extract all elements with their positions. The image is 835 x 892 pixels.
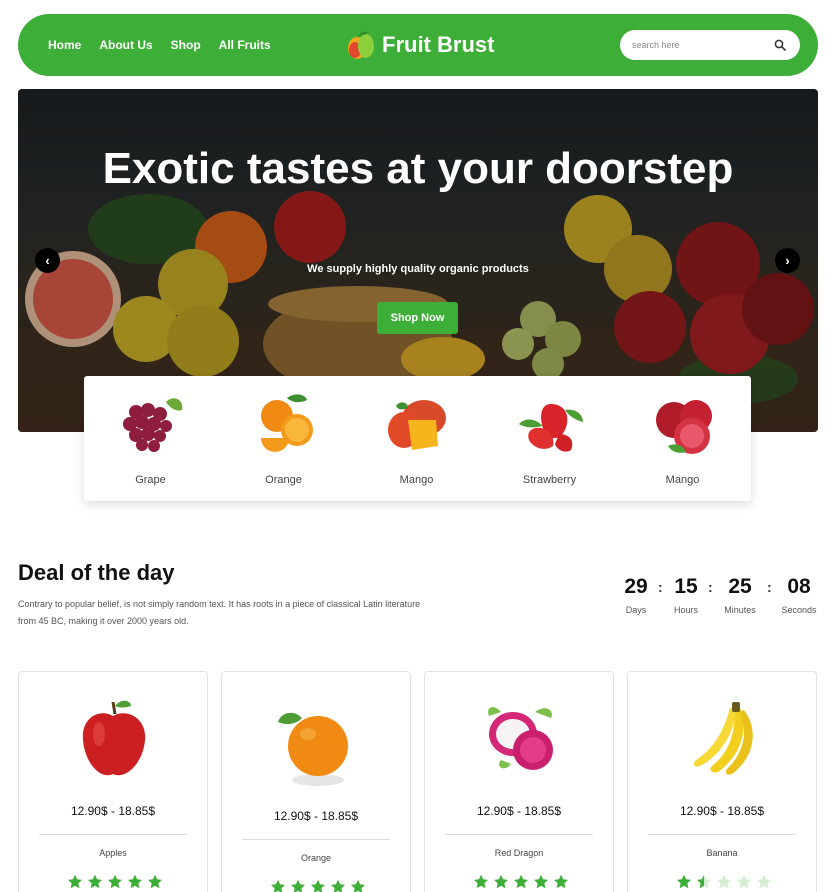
star-icon <box>148 874 162 889</box>
star-icon <box>717 874 731 889</box>
category-orange[interactable]: Orange <box>217 376 350 501</box>
countdown-value: 08 <box>787 575 811 598</box>
card-divider <box>648 834 796 835</box>
countdown-hours: 15 Hours <box>664 573 708 615</box>
navbar: Home About Us Shop All Fruits Fruit Brus… <box>18 14 818 76</box>
product-card-red-dragon[interactable]: 12.90$ - 18.85$ Red Dragon <box>424 671 614 892</box>
countdown-label: Seconds <box>781 605 817 615</box>
star-icon <box>757 874 771 889</box>
card-divider <box>242 839 390 840</box>
apple-icon <box>82 700 146 776</box>
product-name: Orange <box>300 853 332 863</box>
rating-stars <box>270 879 370 892</box>
countdown-separator: : <box>767 579 772 595</box>
star-icon <box>534 874 548 889</box>
star-icon <box>554 874 568 889</box>
nav-link-all-fruits[interactable]: All Fruits <box>219 38 271 52</box>
slider-prev-button[interactable]: ‹ <box>35 248 60 273</box>
orange-icon <box>278 712 348 786</box>
deal-description: Contrary to popular belief, is not simpl… <box>18 599 421 626</box>
category-strawberry[interactable]: Strawberry <box>483 376 616 501</box>
star-icon <box>311 879 325 892</box>
product-card-orange[interactable]: 12.90$ - 18.85$ Orange <box>221 671 411 892</box>
brand-logo[interactable]: Fruit Brust <box>346 28 494 62</box>
fruit-logo-icon <box>348 31 374 59</box>
nav-link-home[interactable]: Home <box>48 38 81 52</box>
countdown-separator: : <box>658 579 663 595</box>
star-icon <box>697 874 711 889</box>
product-price: 12.90$ - 18.85$ <box>70 804 156 818</box>
countdown-value: 29 <box>624 575 648 598</box>
star-icon <box>494 874 508 889</box>
card-divider <box>39 834 187 835</box>
banana-icon <box>693 702 753 775</box>
countdown-value: 25 <box>728 575 752 598</box>
countdown-label: Hours <box>673 605 698 615</box>
nav-links: Home About Us Shop All Fruits <box>48 14 289 76</box>
orange-icon <box>261 394 313 452</box>
grape-icon <box>123 398 183 452</box>
star-icon <box>291 879 305 892</box>
search-icon[interactable] <box>774 39 786 51</box>
star-icon <box>88 874 102 889</box>
category-strip: Grape Orange Mango Strawberry Mango <box>84 376 751 501</box>
product-price: 12.90$ - 18.85$ <box>679 804 765 818</box>
card-divider <box>445 834 593 835</box>
category-label: Orange <box>265 474 302 486</box>
nav-link-about[interactable]: About Us <box>99 38 152 52</box>
category-mango-2[interactable]: Mango <box>616 376 749 501</box>
product-card-apples[interactable]: 12.90$ - 18.85$ Apples <box>18 671 208 892</box>
countdown-value: 15 <box>674 575 698 598</box>
star-icon <box>271 879 285 892</box>
search-input[interactable] <box>620 30 760 60</box>
category-label: Grape <box>135 474 166 486</box>
star-icon <box>677 874 691 889</box>
product-name: Banana <box>706 848 738 858</box>
shop-now-button[interactable]: Shop Now <box>377 302 458 334</box>
product-price: 12.90$ - 18.85$ <box>273 809 359 823</box>
category-label: Strawberry <box>522 474 577 486</box>
product-card-banana[interactable]: 12.90$ - 18.85$ Banana <box>627 671 817 892</box>
star-icon <box>128 874 142 889</box>
brand-name: Fruit Brust <box>382 32 495 57</box>
rating-stars <box>473 874 573 890</box>
category-grape[interactable]: Grape <box>84 376 217 501</box>
category-mango[interactable]: Mango <box>350 376 483 501</box>
star-icon <box>737 874 751 889</box>
nav-link-shop[interactable]: Shop <box>171 38 201 52</box>
strawberry-icon <box>519 404 583 452</box>
deal-title: Deal of the day <box>18 560 175 585</box>
hero-title: Exotic tastes at your doorstep <box>102 144 734 193</box>
countdown-label: Days <box>625 605 647 615</box>
slider-next-button[interactable]: › <box>775 248 800 273</box>
star-icon <box>351 879 365 892</box>
star-icon <box>108 874 122 889</box>
countdown-timer: 29 Days : 15 Hours : 25 Minutes : 08 Sec… <box>616 573 826 623</box>
countdown-seconds: 08 Seconds <box>777 573 821 615</box>
star-icon <box>474 874 488 889</box>
countdown-days: 29 Days <box>614 573 658 615</box>
mango-icon <box>388 400 446 450</box>
rating-stars <box>67 874 167 890</box>
rating-stars <box>676 874 776 890</box>
search-box <box>620 30 800 60</box>
category-label: Mango <box>665 474 700 486</box>
product-name: Apples <box>99 848 127 858</box>
product-name: Red Dragon <box>494 848 544 858</box>
star-icon <box>331 879 345 892</box>
product-price: 12.90$ - 18.85$ <box>476 804 562 818</box>
countdown-separator: : <box>708 579 713 595</box>
star-icon <box>514 874 528 889</box>
countdown-minutes: 25 Minutes <box>718 573 762 615</box>
star-icon <box>68 874 82 889</box>
dragon-fruit-icon <box>488 707 553 770</box>
pomegranate-icon <box>656 400 712 454</box>
category-label: Mango <box>399 474 434 486</box>
countdown-label: Minutes <box>724 605 756 615</box>
hero-subtitle: We supply highly quality organic product… <box>307 263 529 275</box>
